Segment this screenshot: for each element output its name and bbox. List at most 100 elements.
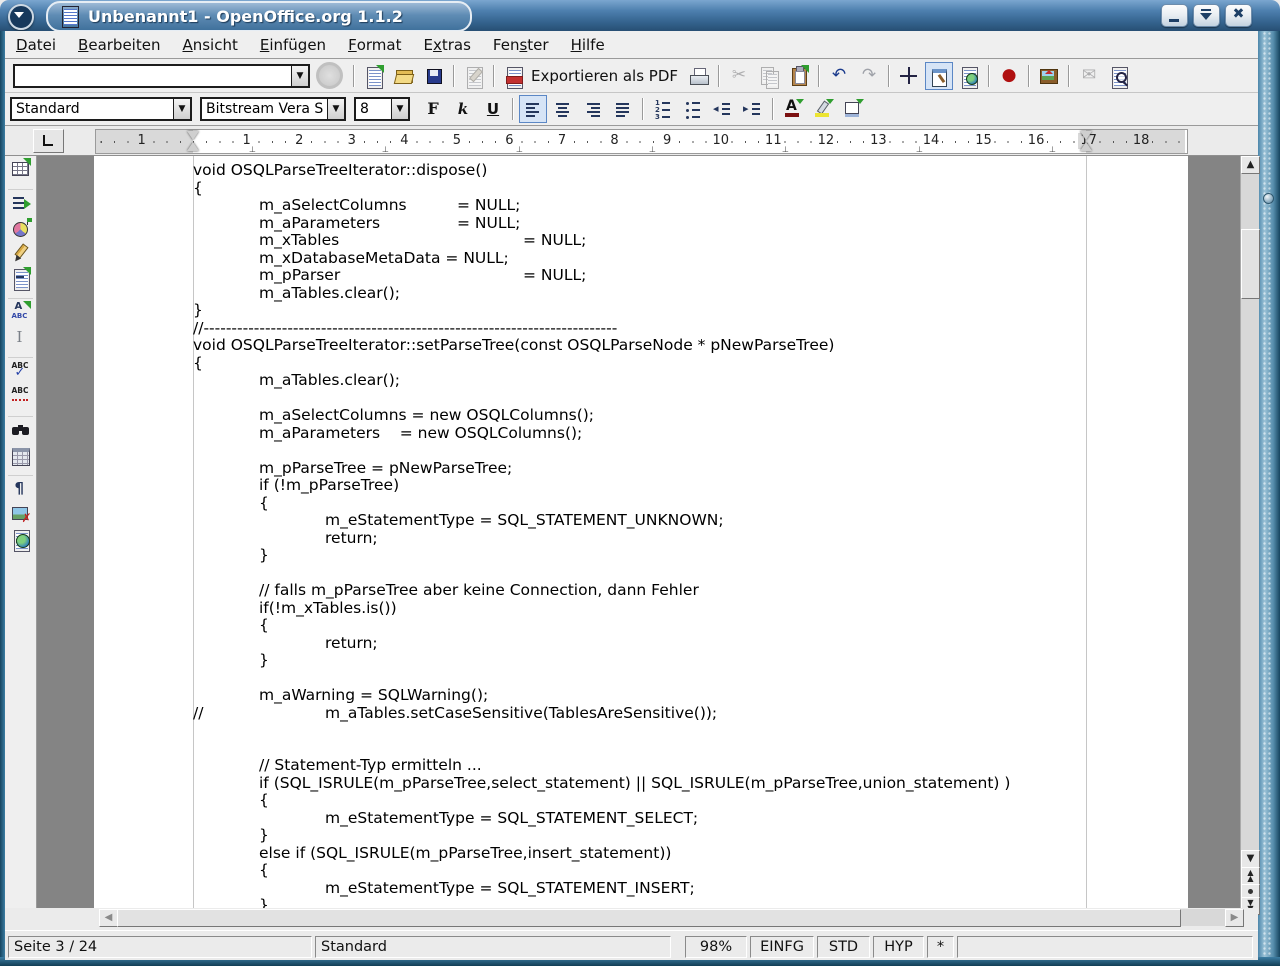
direct-cursor-icon: I <box>11 327 31 347</box>
style-dropdown-button[interactable]: ▼ <box>173 99 190 119</box>
menu-item-datei[interactable]: Datei <box>5 31 67 58</box>
navigation-button[interactable] <box>1241 884 1260 898</box>
data-sources-button[interactable] <box>8 443 34 467</box>
align-right-button[interactable] <box>579 95 607 123</box>
spellcheck-button[interactable]: ABC✓ <box>8 359 34 383</box>
scroll-up-button[interactable]: ▲ <box>1241 156 1260 174</box>
document-page[interactable]: void OSQLParseTreeIterator::dispose() { … <box>94 156 1188 908</box>
numbering-button[interactable]: 123 <box>649 95 677 123</box>
insert-object-button[interactable] <box>8 216 34 240</box>
online-layout-button[interactable] <box>8 527 34 551</box>
draw-functions-button[interactable] <box>8 241 34 265</box>
minimize-button[interactable] <box>1161 4 1188 27</box>
find-replace-button[interactable] <box>8 418 34 442</box>
status-spare <box>957 936 1253 958</box>
vertical-scrollbar[interactable]: ▲ ▼ ▲▲ ▼▼ <box>1240 156 1259 908</box>
size-value[interactable]: 8 <box>356 101 391 117</box>
tab-type-button[interactable] <box>33 129 64 153</box>
horizontal-scrollbar[interactable]: ◀ ▶ <box>99 909 1243 926</box>
title-bar[interactable]: Unbenannt1 - OpenOffice.org 1.1.2 ✖ <box>0 0 1280 31</box>
align-left-button[interactable] <box>519 95 547 123</box>
edit-file-button[interactable] <box>460 62 488 90</box>
font-name-combobox[interactable]: Bitstream Vera S ▼ <box>200 97 346 121</box>
status-hyperlink-mode[interactable]: HYP <box>873 936 924 958</box>
window-menu-button[interactable] <box>8 4 34 30</box>
redo-button[interactable]: ↷ <box>855 62 883 90</box>
record-macro-button[interactable]: ● <box>995 62 1023 90</box>
italic-button[interactable]: k <box>449 95 477 123</box>
status-page-indicator[interactable]: Seite 3 / 24 <box>8 936 312 958</box>
border-grip[interactable] <box>1263 193 1274 204</box>
horizontal-scroll-thumb[interactable] <box>117 909 1181 927</box>
autospellcheck-button[interactable]: ABC <box>8 384 34 408</box>
object-toolbar-items: FkU 123 ◂▸ A <box>418 95 868 123</box>
paragraph-style-combobox[interactable]: Standard ▼ <box>10 97 192 121</box>
scroll-right-button[interactable]: ▶ <box>1225 909 1244 927</box>
status-insert-mode[interactable]: EINFG <box>750 936 814 958</box>
menu-item-extras[interactable]: Extras <box>412 31 481 58</box>
gallery-button[interactable] <box>1035 62 1063 90</box>
url-combobox[interactable]: ▼ <box>13 64 310 88</box>
save-button[interactable] <box>420 62 448 90</box>
mail-button[interactable]: ✉ <box>1075 62 1103 90</box>
previous-page-button[interactable]: ▲▲ <box>1241 867 1260 885</box>
align-justify-button[interactable] <box>609 95 637 123</box>
graphics-onoff-button[interactable]: ✗ <box>8 502 34 526</box>
gallery-icon <box>1039 66 1059 86</box>
menu-item-ansicht[interactable]: Ansicht <box>171 31 248 58</box>
open-button[interactable] <box>390 62 418 90</box>
undo-icon: ↶ <box>832 67 846 84</box>
font-size-combobox[interactable]: 8 ▼ <box>354 97 410 121</box>
menu-item-fenster[interactable]: Fenster <box>482 31 560 58</box>
status-page-style[interactable]: Standard <box>315 936 671 958</box>
status-zoom[interactable]: 98% <box>685 936 747 958</box>
check-document-button[interactable] <box>1105 62 1133 90</box>
background-button[interactable] <box>839 95 867 123</box>
new-document-button[interactable] <box>360 62 388 90</box>
increase-indent-button[interactable]: ▸ <box>739 95 767 123</box>
undo-button[interactable]: ↶ <box>825 62 853 90</box>
font-color-button[interactable]: A <box>779 95 807 123</box>
style-value[interactable]: Standard <box>12 101 173 117</box>
stop-loading-button[interactable] <box>316 62 343 89</box>
scroll-down-button[interactable]: ▼ <box>1241 850 1260 868</box>
print-button[interactable] <box>685 62 713 90</box>
insert-button[interactable] <box>8 191 34 215</box>
direct-cursor-button[interactable]: I <box>8 325 34 349</box>
form-functions-button[interactable] <box>8 266 34 290</box>
maximize-button[interactable] <box>1193 4 1220 27</box>
stylist-button[interactable] <box>925 62 953 90</box>
copy-button[interactable] <box>755 62 783 90</box>
export-pdf-button[interactable] <box>500 62 528 90</box>
menu-item-einfuegen[interactable]: Einfügen <box>249 31 337 58</box>
nonprinting-characters-button[interactable]: ¶ <box>8 477 34 501</box>
font-dropdown-button[interactable]: ▼ <box>327 99 344 119</box>
size-dropdown-button[interactable]: ▼ <box>391 99 408 119</box>
paste-button[interactable] <box>785 62 813 90</box>
menu-item-hilfe[interactable]: Hilfe <box>560 31 616 58</box>
font-value[interactable]: Bitstream Vera S <box>202 101 327 117</box>
menu-item-bearbeiten[interactable]: Bearbeiten <box>67 31 171 58</box>
document-text[interactable]: void OSQLParseTreeIterator::dispose() { … <box>193 162 1010 908</box>
status-selection-mode[interactable]: STD <box>817 936 870 958</box>
align-center-button[interactable] <box>549 95 577 123</box>
underline-button[interactable]: U <box>479 95 507 123</box>
insert-table-button[interactable] <box>8 157 34 181</box>
export-pdf-label[interactable]: Exportieren als PDF <box>531 67 678 85</box>
mail-icon: ✉ <box>1082 67 1096 84</box>
close-button[interactable]: ✖ <box>1225 4 1252 27</box>
url-dropdown-button[interactable]: ▼ <box>291 66 308 86</box>
autotext-button[interactable]: AABC <box>8 300 34 324</box>
scroll-left-button[interactable]: ◀ <box>99 909 118 927</box>
menu-item-format[interactable]: Format <box>337 31 412 58</box>
minimize-icon <box>1169 19 1179 22</box>
highlighting-button[interactable] <box>809 95 837 123</box>
spellcheck-icon: ABC✓ <box>11 361 31 381</box>
bullets-button[interactable] <box>679 95 707 123</box>
bold-button[interactable]: F <box>419 95 447 123</box>
hyperlink-button[interactable] <box>955 62 983 90</box>
decrease-indent-button[interactable]: ◂ <box>709 95 737 123</box>
vertical-scroll-thumb[interactable] <box>1241 229 1260 299</box>
cut-button[interactable]: ✂ <box>725 62 753 90</box>
navigator-button[interactable] <box>895 62 923 90</box>
